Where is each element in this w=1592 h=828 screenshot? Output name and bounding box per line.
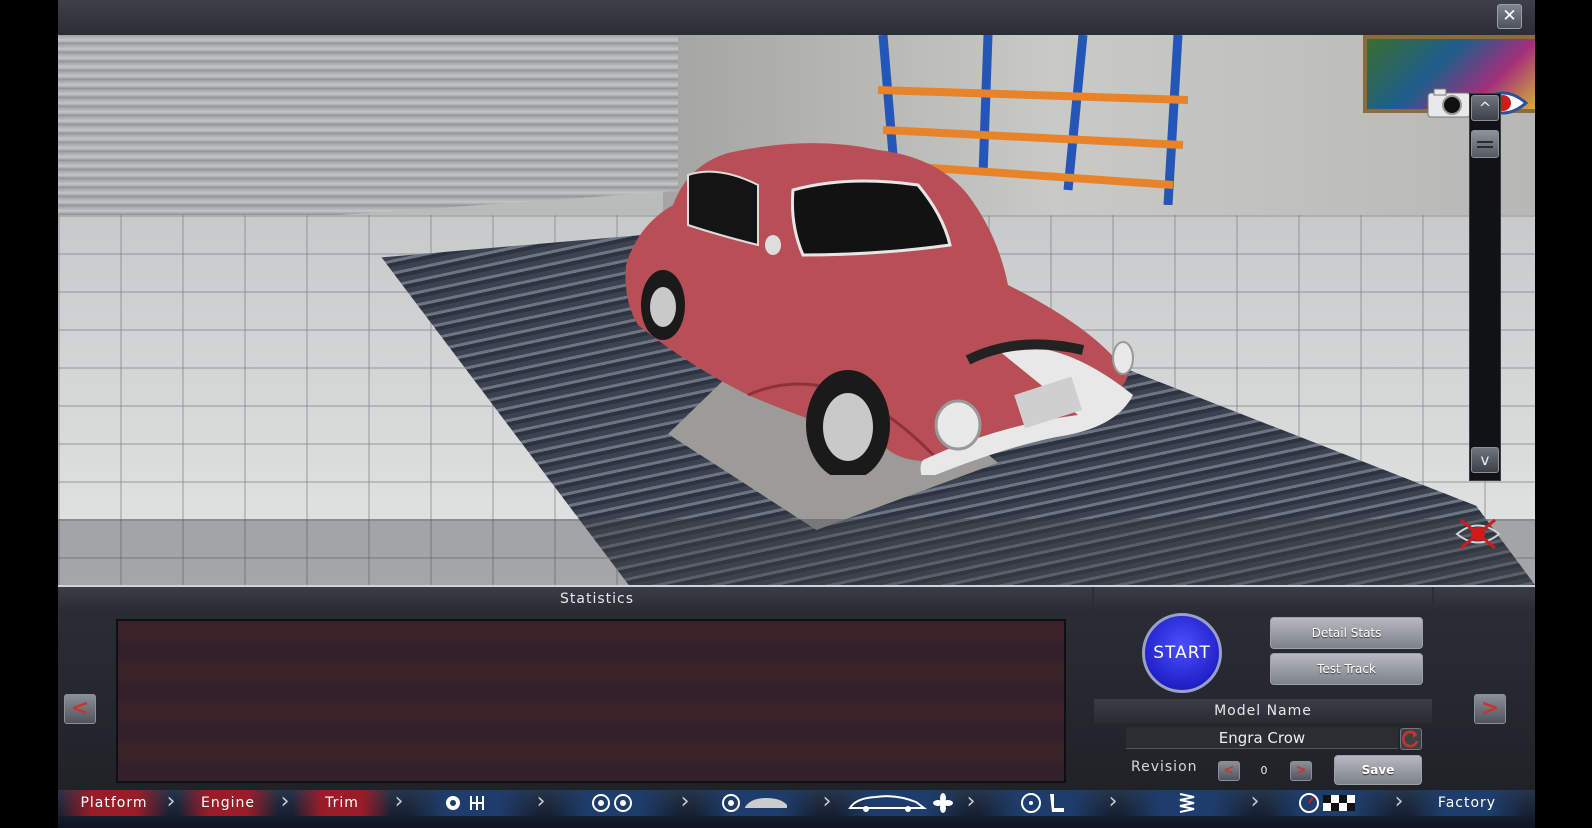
car-model[interactable] [578,95,1138,475]
bottom-panel: Statistics < > START Detail Stats Test T… [58,585,1535,792]
testing-icon [1299,793,1355,813]
test-track-button[interactable]: Test Track [1270,653,1423,685]
suspension-icon [1179,793,1195,813]
close-button[interactable]: ✕ [1497,4,1522,29]
model-name-label: Model Name [1094,699,1432,723]
randomize-name-button[interactable] [1400,728,1422,750]
tab-testing[interactable] [1264,790,1394,816]
previous-arrow-icon: < [70,696,90,721]
brake-and-body-icon [722,794,787,812]
tab-platform[interactable]: Platform [58,790,170,816]
tab-platform-label: Platform [80,795,148,811]
controls-header-bar [1094,587,1432,611]
revision-label: Revision [1131,759,1198,775]
workflow-tab-bar: Platform › Engine › Trim › › › › › › › ›… [58,790,1535,828]
tab-separator: › [1108,789,1118,814]
statistics-list [116,619,1066,783]
wheels-icon [592,794,632,812]
scroll-down-icon: v [1480,451,1490,469]
scroll-down-button[interactable]: v [1471,447,1499,473]
save-button[interactable]: Save [1334,755,1422,785]
statistics-title: Statistics [560,591,634,607]
title-bar: ✕ [58,0,1535,35]
tab-engine-label: Engine [201,795,255,811]
start-button[interactable]: START [1142,613,1222,693]
right-header-bar [1434,587,1535,611]
tab-engine[interactable]: Engine [178,790,278,816]
tab-separator: › [166,789,176,814]
tab-factory-label: Factory [1437,795,1497,811]
tab-separator: › [1250,789,1260,814]
tab-separator: › [536,789,546,814]
revision-value: 0 [1260,764,1268,777]
revision-increment-button[interactable]: > [1290,761,1312,781]
model-name-input[interactable] [1126,727,1398,749]
tab-wheels[interactable] [550,790,678,816]
revision-decrement-button[interactable]: < [1218,761,1240,781]
previous-arrow-button[interactable]: < [64,694,96,724]
car-design-app: ✕ ^ v Statistics < > START Detail Stats … [58,0,1535,828]
scroll-up-button[interactable]: ^ [1471,95,1499,121]
tab-trim[interactable]: Trim [292,790,392,816]
tab-separator: › [280,789,290,814]
right-arrow-icon: > [1295,763,1307,778]
view-toggle-icon[interactable] [1453,517,1503,551]
tab-brakes-body[interactable] [694,790,818,816]
next-arrow-button[interactable]: > [1474,694,1506,724]
gear-and-gearbox-icons [446,796,484,810]
refresh-icon [1402,730,1419,748]
detail-stats-button[interactable]: Detail Stats [1270,617,1423,649]
next-arrow-icon: > [1480,696,1500,721]
camera-icon[interactable] [1426,87,1472,119]
tab-gearbox[interactable] [408,790,538,816]
car-and-fan-icon [848,793,953,813]
tab-separator: › [1394,789,1404,814]
scroll-up-icon: ^ [1478,99,1492,117]
left-arrow-icon: < [1223,763,1235,778]
scroll-thumb[interactable] [1471,130,1499,158]
tab-factory[interactable]: Factory [1408,790,1526,816]
viewport-shade [58,519,1535,585]
close-icon: ✕ [1502,6,1517,26]
tab-separator: › [680,789,690,814]
tab-separator: › [394,789,404,814]
tab-separator: › [966,789,976,814]
tab-interior[interactable] [980,790,1110,816]
3d-viewport[interactable]: ^ v [58,35,1535,585]
tab-aero[interactable] [836,790,966,816]
tab-suspension[interactable] [1122,790,1252,816]
steering-and-seat-icon [1021,793,1064,813]
tab-separator: › [822,789,832,814]
tab-trim-label: Trim [325,795,359,811]
